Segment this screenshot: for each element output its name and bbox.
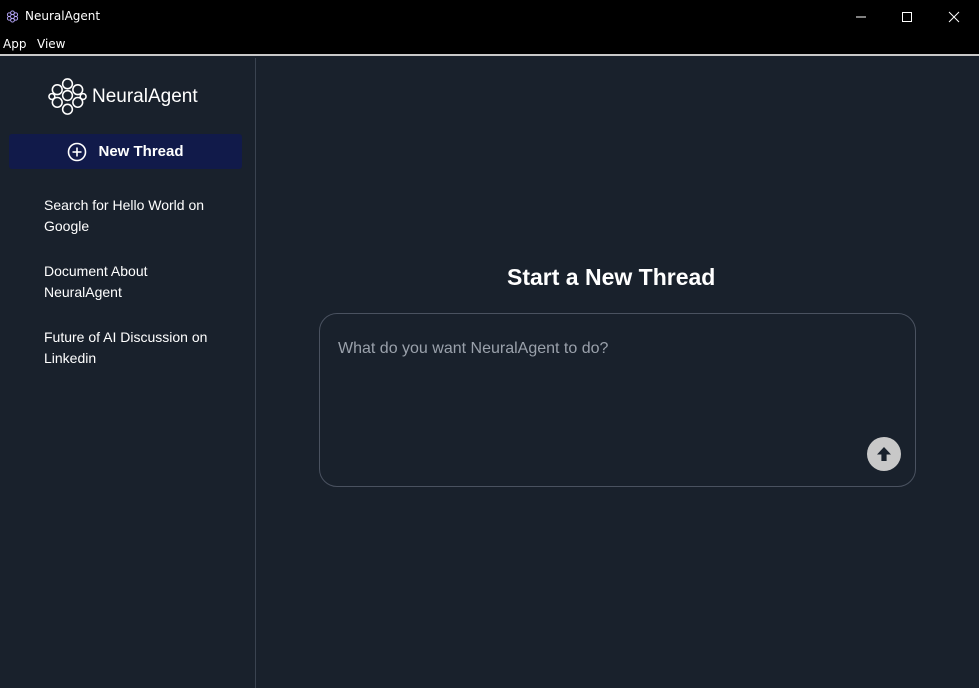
thread-item[interactable]: Search for Hello World on Google: [44, 195, 224, 240]
prompt-box: [319, 313, 916, 487]
minimize-icon: [856, 16, 866, 17]
send-button[interactable]: [867, 437, 901, 471]
minimize-button[interactable]: [838, 0, 884, 33]
sidebar: NeuralAgent New Thread Search for Hello …: [0, 58, 256, 688]
window-title: NeuralAgent: [25, 9, 101, 23]
prompt-input[interactable]: [338, 340, 858, 450]
title-bar: NeuralAgent: [0, 0, 979, 33]
thread-item[interactable]: Document About NeuralAgent: [44, 261, 224, 306]
new-thread-button[interactable]: New Thread: [9, 134, 242, 169]
arrow-up-icon: [877, 447, 891, 461]
app-window: NeuralAgent App View NeuralAgent New Thr…: [0, 0, 979, 688]
thread-list: Search for Hello World on Google Documen…: [44, 195, 224, 393]
neuralagent-logo-icon: [6, 10, 19, 23]
menu-view[interactable]: View: [37, 37, 65, 51]
menu-bar: App View: [0, 33, 979, 56]
maximize-icon: [902, 11, 912, 22]
page-title: Start a New Thread: [507, 264, 716, 290]
menu-app[interactable]: App: [3, 37, 26, 51]
neuralagent-logo-icon: [48, 78, 87, 115]
maximize-button[interactable]: [884, 0, 930, 33]
logo-text: NeuralAgent: [92, 86, 198, 107]
logo: NeuralAgent: [47, 77, 217, 119]
main-panel: Start a New Thread: [256, 58, 979, 688]
plus-circle-icon: [68, 142, 87, 161]
new-thread-label: New Thread: [98, 143, 184, 160]
thread-item[interactable]: Future of AI Discussion on Linkedin: [44, 327, 224, 372]
close-icon: [948, 11, 960, 22]
close-button[interactable]: [931, 0, 977, 33]
